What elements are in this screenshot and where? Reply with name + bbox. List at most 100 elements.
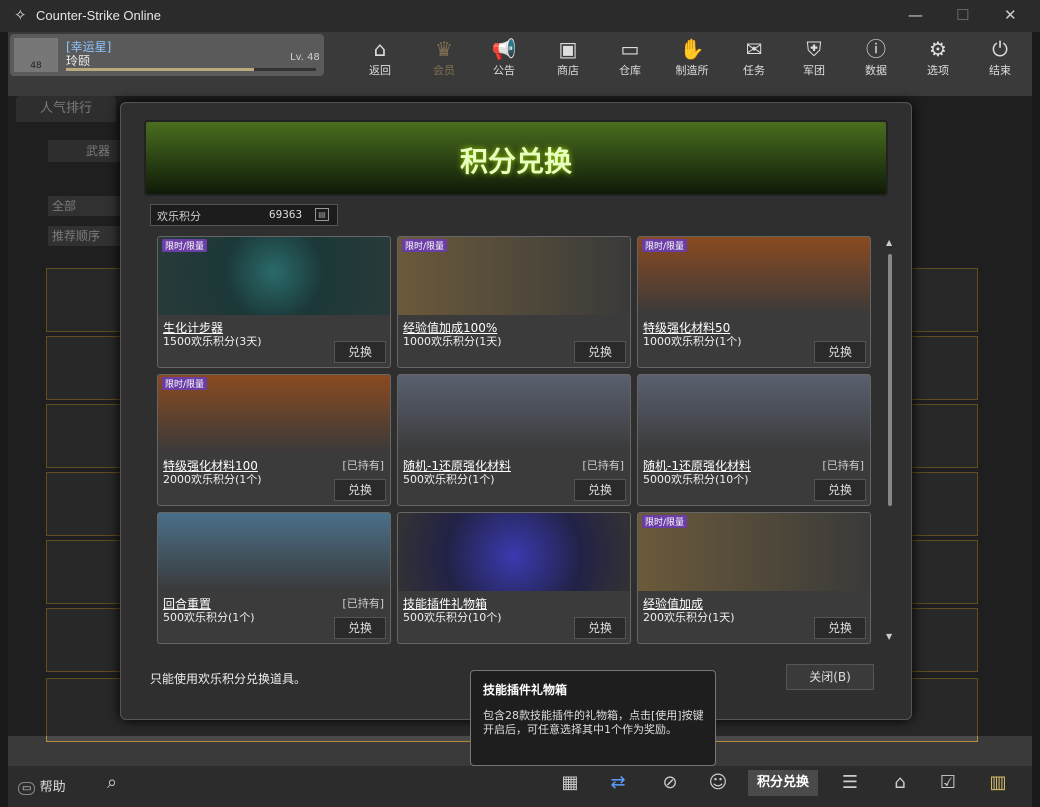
exchange-item-card[interactable]: 限时/限量 经验值加成 200欢乐积分(1天) 兑换 xyxy=(637,512,871,644)
title-bar: ✧ Counter-Strike Online — ☐ ✕ xyxy=(0,0,1040,32)
nav-inventory[interactable]: ▭ 仓库 xyxy=(608,36,652,80)
inventory-icon: ▭ xyxy=(620,37,640,61)
limited-badge: 限时/限量 xyxy=(162,377,208,390)
craft-icon: ✋ xyxy=(679,37,705,61)
item-tooltip: 技能插件礼物箱 包含28款技能插件的礼物箱，点击[使用]按键开启后，可任意选择其… xyxy=(470,670,716,766)
nav-notice[interactable]: 📢 公告 xyxy=(482,36,526,80)
window-title: Counter-Strike Online xyxy=(36,8,161,23)
avatar: 48 xyxy=(14,38,58,72)
exchange-item-card[interactable]: 随机-1还原强化材料 [已持有] 500欢乐积分(1个) 兑换 xyxy=(397,374,631,506)
power-icon: ⏻ xyxy=(992,37,1008,61)
close-button[interactable]: 关闭(B) xyxy=(786,664,874,690)
maximize-button[interactable]: ☐ xyxy=(956,6,969,24)
points-detail-icon[interactable]: ▤ xyxy=(315,208,329,221)
item-cost: 5000欢乐积分(10个) xyxy=(643,473,749,486)
home-upgrade-icon[interactable]: ⌂ xyxy=(886,772,914,796)
item-owned: [已持有] xyxy=(342,459,384,472)
nav-craft[interactable]: ✋ 制造所 xyxy=(670,36,714,80)
nav-options[interactable]: ⚙ 选项 xyxy=(916,36,960,80)
points-display: 欢乐积分 69363 ▤ xyxy=(150,204,338,226)
item-image xyxy=(158,513,390,591)
nav-mission[interactable]: ✉ 任务 xyxy=(732,36,776,80)
shop-icon: ▣ xyxy=(558,37,578,61)
exchange-button[interactable]: 兑换 xyxy=(334,479,386,501)
dialog-title: 积分兑换 xyxy=(459,145,572,178)
item-list-scrollbar[interactable]: ▲ ▼ xyxy=(886,238,894,642)
exchange-button[interactable]: 兑换 xyxy=(814,341,866,363)
close-window-button[interactable]: ✕ xyxy=(1004,6,1017,24)
nav-vip[interactable]: ♛ 会员 xyxy=(422,36,466,80)
profile-level: Lv. 48 xyxy=(290,52,320,63)
help-button[interactable]: ▭ 帮助 xyxy=(18,776,66,795)
exchange-item-card[interactable]: 技能插件礼物箱 500欢乐积分(10个) 兑换 xyxy=(397,512,631,644)
points-label: 欢乐积分 xyxy=(157,210,201,223)
scroll-down-icon[interactable]: ▼ xyxy=(886,632,892,641)
nav-clan[interactable]: ⛨ 军团 xyxy=(792,36,836,80)
exchange-button[interactable]: 兑换 xyxy=(334,341,386,363)
exchange-button[interactable]: 兑换 xyxy=(814,479,866,501)
dialog-banner: 积分兑换 xyxy=(144,120,888,196)
tooltip-title: 技能插件礼物箱 xyxy=(483,683,568,697)
profile-name: 玲颐 xyxy=(66,54,91,68)
item-owned: [已持有] xyxy=(582,459,624,472)
item-image xyxy=(398,513,630,591)
limited-badge: 限时/限量 xyxy=(162,239,208,252)
scrollbar-thumb[interactable] xyxy=(888,254,892,506)
item-cost: 500欢乐积分(1个) xyxy=(403,473,495,486)
gear-icon: ⚙ xyxy=(929,37,947,61)
home-icon: ⌂ xyxy=(373,37,387,61)
minimize-button[interactable]: — xyxy=(908,6,923,24)
exchange-button[interactable]: 兑换 xyxy=(574,341,626,363)
key-icon: ▭ xyxy=(18,782,36,795)
item-cost: 1000欢乐积分(1个) xyxy=(643,335,742,348)
calendar-icon[interactable]: ▦ xyxy=(556,772,584,796)
search-icon[interactable]: ⌕ xyxy=(98,772,126,796)
exchange-button[interactable]: 兑换 xyxy=(814,617,866,639)
item-image xyxy=(398,375,630,453)
item-cost: 2000欢乐积分(1个) xyxy=(163,473,262,486)
limited-badge: 限时/限量 xyxy=(642,515,688,528)
nav-data[interactable]: ⓘ 数据 xyxy=(854,36,898,80)
dialog-note: 只能使用欢乐积分兑换道具。 xyxy=(150,672,307,686)
tooltip-desc: 包含28款技能插件的礼物箱，点击[使用]按键开启后，可任意选择其中1个作为奖励。 xyxy=(483,709,704,736)
nav-exit[interactable]: ⏻ 结束 xyxy=(978,36,1022,80)
item-cost: 500欢乐积分(1个) xyxy=(163,611,255,624)
item-image xyxy=(638,375,870,453)
item-cost: 1000欢乐积分(1天) xyxy=(403,335,502,348)
points-value: 69363 xyxy=(269,208,303,221)
limited-badge: 限时/限量 xyxy=(402,239,448,252)
exchange-button[interactable]: 兑换 xyxy=(574,617,626,639)
item-cost: 1500欢乐积分(3天) xyxy=(163,335,262,348)
item-owned: [已持有] xyxy=(822,459,864,472)
scroll-up-icon[interactable]: ▲ xyxy=(886,238,892,247)
app-logo-icon: ✧ xyxy=(14,6,27,24)
exchange-item-card[interactable]: 限时/限量 特级强化材料100 [已持有] 2000欢乐积分(1个) 兑换 xyxy=(157,374,391,506)
mission-icon: ✉ xyxy=(745,37,763,61)
forbid-icon[interactable]: ⊘ xyxy=(656,772,684,796)
points-exchange-tab[interactable]: 积分兑换 xyxy=(748,770,818,796)
item-owned: [已持有] xyxy=(342,597,384,610)
exchange-item-card[interactable]: 随机-1还原强化材料 [已持有] 5000欢乐积分(10个) 兑换 xyxy=(637,374,871,506)
exchange-item-card[interactable]: 限时/限量 特级强化材料50 1000欢乐积分(1个) 兑换 xyxy=(637,236,871,368)
item-cost: 500欢乐积分(10个) xyxy=(403,611,502,624)
bottom-bar xyxy=(8,766,1032,807)
check-calendar-icon[interactable]: ☑ xyxy=(934,772,962,796)
exchange-item-card[interactable]: 回合重置 [已持有] 500欢乐积分(1个) 兑换 xyxy=(157,512,391,644)
exchange-item-card[interactable]: 限时/限量 经验值加成100% 1000欢乐积分(1天) 兑换 xyxy=(397,236,631,368)
clan-icon: ⛨ xyxy=(806,37,822,61)
nav-home[interactable]: ⌂ 返回 xyxy=(358,36,402,80)
exchange-button[interactable]: 兑换 xyxy=(334,617,386,639)
exchange-item-card[interactable]: 限时/限量 生化计步器 1500欢乐积分(3天) 兑换 xyxy=(157,236,391,368)
nav-shop[interactable]: ▣ 商店 xyxy=(546,36,590,80)
megaphone-icon: 📢 xyxy=(491,37,517,61)
crown-icon: ♛ xyxy=(435,37,453,61)
film-icon[interactable]: ▥ xyxy=(984,772,1012,796)
limited-badge: 限时/限量 xyxy=(642,239,688,252)
exchange-icon[interactable]: ⇄ xyxy=(604,772,632,796)
exchange-button[interactable]: 兑换 xyxy=(574,479,626,501)
data-icon: ⓘ xyxy=(866,37,886,61)
character-icon[interactable]: ☺ xyxy=(704,772,732,796)
checklist-icon[interactable]: ☰ xyxy=(836,772,864,796)
item-cost: 200欢乐积分(1天) xyxy=(643,611,735,624)
profile-exp-bar xyxy=(66,68,316,71)
